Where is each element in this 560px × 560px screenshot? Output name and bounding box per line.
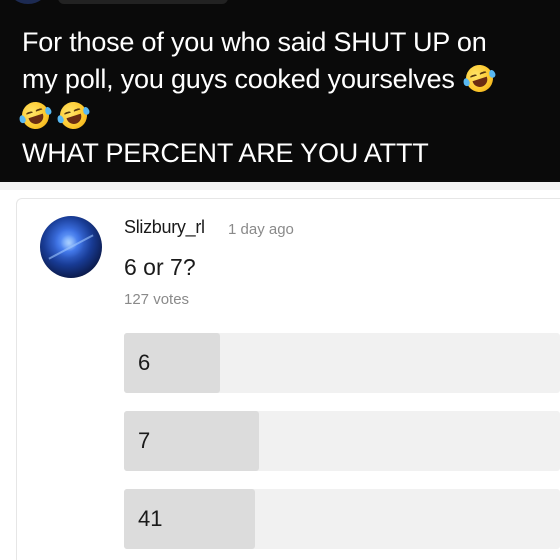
rolling-laughing-emoji-icon <box>56 98 91 133</box>
poll-option-41[interactable]: 41 <box>124 489 560 549</box>
poll-option-label: 7 <box>138 428 151 453</box>
cropped-avatar <box>8 0 48 4</box>
rolling-laughing-emoji-icon <box>462 61 497 96</box>
poll-option-6[interactable]: 6 <box>124 333 560 393</box>
rolling-laughing-emoji-icon <box>18 98 53 133</box>
shared-post-text-block: For those of you who said SHUT UP on my … <box>0 0 560 182</box>
post-line: For those of you who said SHUT UP on <box>22 24 547 61</box>
post-line: my poll, you guys cooked yourselves <box>22 61 547 98</box>
post-body: For those of you who said SHUT UP on my … <box>18 24 547 172</box>
post-line: WHAT PERCENT ARE YOU ATTT <box>22 135 547 172</box>
avatar[interactable] <box>40 216 102 278</box>
poll-option-7[interactable]: 7 <box>124 411 560 471</box>
poll-option-label: 41 <box>138 506 163 531</box>
post-text-line-4: WHAT PERCENT ARE YOU ATTT <box>22 138 429 168</box>
poll-question: 6 or 7? <box>124 254 196 280</box>
post-text-line-1: For those of you who said SHUT UP on <box>22 27 487 57</box>
poll-vote-count: 127 votes <box>124 291 190 308</box>
post-text-line-2: my poll, you guys cooked yourselves <box>22 64 455 94</box>
post-line <box>18 98 547 135</box>
poll-option-label: 6 <box>138 350 151 375</box>
poll-author-username[interactable]: Slizbury_rl <box>124 217 205 238</box>
cropped-header <box>58 0 228 4</box>
poll-timestamp: 1 day ago <box>228 221 294 238</box>
